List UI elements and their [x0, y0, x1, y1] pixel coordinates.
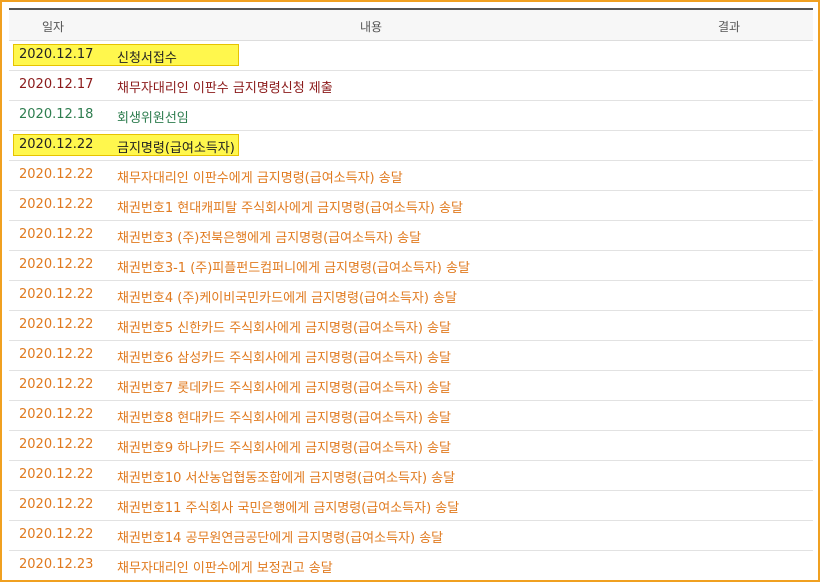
row-date: 2020.12.22	[19, 377, 94, 392]
case-history-table: 일자 내용 결과 2020.12.17 신청서접수 2020.12.17 채무자대리인…	[9, 8, 813, 580]
row-date: 2020.12.23	[19, 557, 94, 572]
row-content: 채무자대리인 이판수에게 금지명령(급여소득자) 송달	[117, 171, 403, 186]
row-date: 2020.12.22	[19, 227, 94, 242]
table-row: 2020.12.22 채권번호9 하나카드 주식회사에게 금지명령(급여소득자) …	[9, 431, 813, 461]
table-header: 일자 내용 결과	[9, 10, 813, 41]
row-content: 채무자대리인 이판수에게 보정권고 송달	[117, 561, 333, 576]
table-row: 2020.12.23 채무자대리인 이판수에게 보정권고 송달	[9, 551, 813, 580]
date-column-header: 일자	[42, 20, 65, 34]
row-content: 채권번호14 공무원연금공단에게 금지명령(급여소득자) 송달	[117, 531, 444, 546]
table-row: 2020.12.22 채권번호1 현대캐피탈 주식회사에게 금지명령(급여소득자)…	[9, 191, 813, 221]
row-content: 채권번호3 (주)전북은행에게 금지명령(급여소득자) 송달	[117, 231, 422, 246]
case-history-frame: 일자 내용 결과 2020.12.17 신청서접수 2020.12.17 채무자대리인…	[0, 0, 820, 582]
result-column-header: 결과	[718, 20, 741, 34]
table-row: 2020.12.22 채무자대리인 이판수에게 금지명령(급여소득자) 송달	[9, 161, 813, 191]
table-row: 2020.12.17 채무자대리인 이판수 금지명령신청 제출	[9, 71, 813, 101]
row-content: 채권번호11 주식회사 국민은행에게 금지명령(급여소득자) 송달	[117, 501, 460, 516]
row-date: 2020.12.22	[19, 407, 94, 422]
row-date: 2020.12.22	[19, 137, 94, 152]
table-row: 2020.12.22 채권번호8 현대카드 주식회사에게 금지명령(급여소득자) …	[9, 401, 813, 431]
row-date: 2020.12.17	[19, 77, 94, 92]
table-row: 2020.12.22 금지명령(급여소득자)	[9, 131, 813, 161]
row-content: 채권번호8 현대카드 주식회사에게 금지명령(급여소득자) 송달	[117, 411, 451, 426]
table-row: 2020.12.22 채권번호4 (주)케이비국민카드에게 금지명령(급여소득자)…	[9, 281, 813, 311]
table-body: 2020.12.17 신청서접수 2020.12.17 채무자대리인 이판수 금지명령…	[9, 41, 813, 580]
row-date: 2020.12.22	[19, 437, 94, 452]
row-content: 채권번호9 하나카드 주식회사에게 금지명령(급여소득자) 송달	[117, 441, 451, 456]
row-date: 2020.12.22	[19, 197, 94, 212]
row-date: 2020.12.22	[19, 467, 94, 482]
row-date: 2020.12.17	[19, 47, 94, 62]
row-content: 채권번호5 신한카드 주식회사에게 금지명령(급여소득자) 송달	[117, 321, 451, 336]
row-content: 채권번호6 삼성카드 주식회사에게 금지명령(급여소득자) 송달	[117, 351, 451, 366]
table-row: 2020.12.22 채권번호6 삼성카드 주식회사에게 금지명령(급여소득자) …	[9, 341, 813, 371]
row-content: 금지명령(급여소득자)	[117, 141, 235, 156]
row-date: 2020.12.18	[19, 107, 94, 122]
row-date: 2020.12.22	[19, 257, 94, 272]
table-row: 2020.12.22 채권번호10 서산농업협동조합에게 금지명령(급여소득자) …	[9, 461, 813, 491]
row-content: 신청서접수	[117, 51, 177, 66]
row-date: 2020.12.22	[19, 317, 94, 332]
content-column-header: 내용	[360, 20, 383, 34]
row-content: 회생위원선임	[117, 111, 189, 126]
row-date: 2020.12.22	[19, 287, 94, 302]
row-content: 채권번호10 서산농업협동조합에게 금지명령(급여소득자) 송달	[117, 471, 456, 486]
table-row: 2020.12.22 채권번호11 주식회사 국민은행에게 금지명령(급여소득자)…	[9, 491, 813, 521]
row-date: 2020.12.22	[19, 527, 94, 542]
row-content: 채권번호4 (주)케이비국민카드에게 금지명령(급여소득자) 송달	[117, 291, 457, 306]
row-content: 채무자대리인 이판수 금지명령신청 제출	[117, 81, 333, 96]
row-date: 2020.12.22	[19, 347, 94, 362]
table-row: 2020.12.22 채권번호3 (주)전북은행에게 금지명령(급여소득자) 송달	[9, 221, 813, 251]
table-row: 2020.12.22 채권번호3-1 (주)피플펀드컴퍼니에게 금지명령(급여소득…	[9, 251, 813, 281]
table-row: 2020.12.22 채권번호14 공무원연금공단에게 금지명령(급여소득자) 송…	[9, 521, 813, 551]
table-row: 2020.12.22 채권번호7 롯데카드 주식회사에게 금지명령(급여소득자) …	[9, 371, 813, 401]
row-content: 채권번호3-1 (주)피플펀드컴퍼니에게 금지명령(급여소득자) 송달	[117, 261, 470, 276]
table-row: 2020.12.18 회생위원선임	[9, 101, 813, 131]
row-date: 2020.12.22	[19, 497, 94, 512]
row-date: 2020.12.22	[19, 167, 94, 182]
table-row: 2020.12.17 신청서접수	[9, 41, 813, 71]
row-content: 채권번호1 현대캐피탈 주식회사에게 금지명령(급여소득자) 송달	[117, 201, 463, 216]
table-row: 2020.12.22 채권번호5 신한카드 주식회사에게 금지명령(급여소득자) …	[9, 311, 813, 341]
row-content: 채권번호7 롯데카드 주식회사에게 금지명령(급여소득자) 송달	[117, 381, 451, 396]
